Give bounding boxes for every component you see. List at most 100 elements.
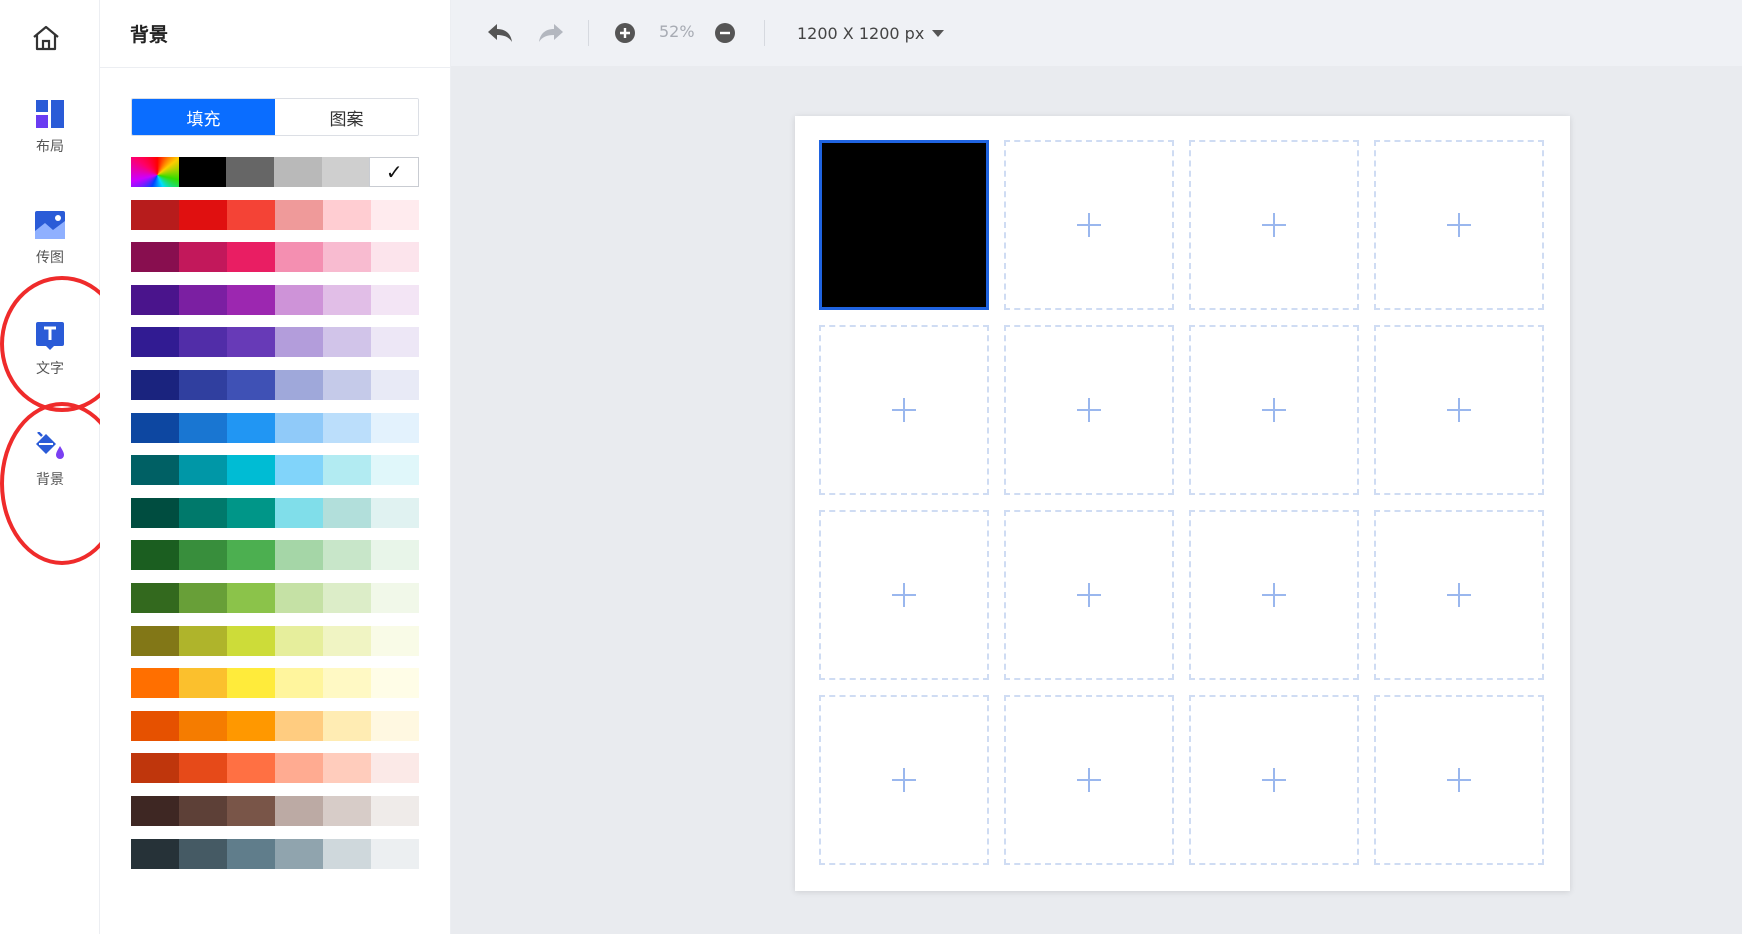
color-swatch[interactable] <box>371 625 419 656</box>
color-swatch[interactable] <box>371 582 419 613</box>
color-swatch[interactable] <box>371 412 419 443</box>
color-swatch[interactable] <box>227 753 275 784</box>
color-swatch[interactable] <box>275 540 323 571</box>
collage-cell-empty[interactable] <box>1374 140 1544 310</box>
color-swatch[interactable] <box>323 625 371 656</box>
color-swatch[interactable] <box>227 455 275 486</box>
color-swatch[interactable] <box>131 582 179 613</box>
color-swatch[interactable] <box>275 412 323 443</box>
collage-cell-empty[interactable] <box>1004 325 1174 495</box>
color-swatch[interactable] <box>131 455 179 486</box>
collage-cell-empty[interactable] <box>1189 510 1359 680</box>
color-swatch[interactable] <box>179 582 227 613</box>
color-swatch[interactable] <box>179 412 227 443</box>
collage-cell-empty[interactable] <box>1004 140 1174 310</box>
color-swatch[interactable] <box>275 284 323 315</box>
color-swatch[interactable] <box>226 157 275 187</box>
nav-item-upload[interactable]: 传图 <box>0 209 100 299</box>
color-swatch[interactable] <box>323 455 371 486</box>
color-swatch[interactable] <box>371 710 419 741</box>
collage-cell-empty[interactable] <box>1004 695 1174 865</box>
color-swatch[interactable] <box>131 753 179 784</box>
color-swatch[interactable] <box>179 668 227 699</box>
color-swatch[interactable] <box>131 412 179 443</box>
color-swatch[interactable] <box>131 497 179 528</box>
color-swatch[interactable] <box>131 199 179 230</box>
color-swatch[interactable] <box>131 369 179 400</box>
collage-cell-empty[interactable] <box>819 510 989 680</box>
color-swatch[interactable] <box>275 582 323 613</box>
color-swatch[interactable] <box>179 455 227 486</box>
redo-button[interactable] <box>536 19 566 47</box>
undo-button[interactable] <box>485 19 515 47</box>
color-swatch[interactable] <box>179 497 227 528</box>
color-swatch[interactable] <box>371 199 419 230</box>
color-swatch[interactable] <box>275 497 323 528</box>
color-swatch[interactable] <box>179 369 227 400</box>
color-swatch[interactable] <box>323 412 371 443</box>
color-swatch[interactable] <box>323 795 371 826</box>
color-swatch[interactable] <box>275 199 323 230</box>
color-swatch[interactable] <box>131 242 179 273</box>
nav-item-text[interactable]: 文字 <box>0 320 100 410</box>
color-swatch[interactable] <box>323 540 371 571</box>
color-swatch[interactable] <box>323 284 371 315</box>
color-swatch[interactable] <box>227 412 275 443</box>
color-swatch[interactable] <box>275 668 323 699</box>
color-swatch[interactable] <box>323 753 371 784</box>
color-swatch[interactable] <box>227 668 275 699</box>
color-swatch[interactable] <box>178 157 227 187</box>
canvas-size-select[interactable]: 1200 X 1200 px <box>797 20 945 46</box>
color-swatch[interactable] <box>227 795 275 826</box>
color-swatch[interactable] <box>227 242 275 273</box>
color-swatch[interactable] <box>323 497 371 528</box>
color-swatch[interactable] <box>371 327 419 358</box>
color-swatch[interactable] <box>274 157 322 187</box>
color-swatch[interactable] <box>179 540 227 571</box>
color-swatch[interactable] <box>131 838 179 869</box>
color-swatch[interactable] <box>227 369 275 400</box>
color-swatch[interactable] <box>227 625 275 656</box>
color-swatch[interactable] <box>323 199 371 230</box>
color-swatch[interactable] <box>275 242 323 273</box>
color-swatch[interactable] <box>275 327 323 358</box>
color-swatch[interactable] <box>179 199 227 230</box>
color-swatch[interactable] <box>275 455 323 486</box>
color-swatch[interactable] <box>131 795 179 826</box>
color-swatch[interactable] <box>227 838 275 869</box>
color-swatch[interactable] <box>275 369 323 400</box>
collage-cell-empty[interactable] <box>819 325 989 495</box>
collage-cell-empty[interactable] <box>1189 695 1359 865</box>
color-swatch[interactable] <box>323 327 371 358</box>
color-swatch[interactable] <box>323 369 371 400</box>
collage-cell-empty[interactable] <box>819 695 989 865</box>
color-swatch[interactable] <box>275 625 323 656</box>
color-swatch[interactable] <box>371 753 419 784</box>
color-swatch[interactable] <box>323 710 371 741</box>
color-swatch[interactable] <box>179 242 227 273</box>
color-swatch[interactable] <box>275 710 323 741</box>
color-swatch[interactable] <box>321 157 370 187</box>
color-swatch[interactable] <box>131 710 179 741</box>
collage-cell-empty[interactable] <box>1374 325 1544 495</box>
color-swatch[interactable] <box>227 497 275 528</box>
color-swatch[interactable] <box>371 795 419 826</box>
color-swatch[interactable] <box>227 199 275 230</box>
color-swatch[interactable] <box>371 455 419 486</box>
color-swatch[interactable] <box>131 540 179 571</box>
color-swatch[interactable] <box>179 625 227 656</box>
zoom-out-button[interactable] <box>710 19 740 47</box>
color-swatch[interactable] <box>371 838 419 869</box>
nav-item-background[interactable]: 背景 <box>0 431 100 521</box>
color-swatch[interactable] <box>227 582 275 613</box>
color-swatch[interactable] <box>275 753 323 784</box>
color-swatch[interactable] <box>131 327 179 358</box>
color-swatch[interactable] <box>179 710 227 741</box>
color-swatch[interactable] <box>179 327 227 358</box>
color-swatch[interactable] <box>227 540 275 571</box>
color-swatch[interactable] <box>371 242 419 273</box>
color-swatch[interactable] <box>323 582 371 613</box>
color-swatch[interactable] <box>179 753 227 784</box>
color-swatch[interactable] <box>371 284 419 315</box>
color-swatch[interactable] <box>131 284 179 315</box>
